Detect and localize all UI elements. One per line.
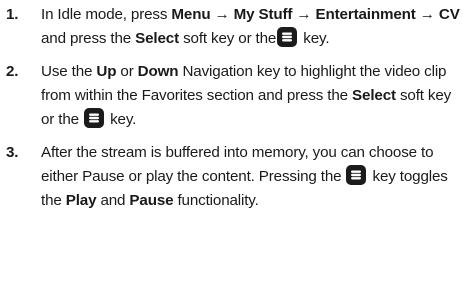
step-text: functionality. — [173, 192, 259, 209]
bold-term: Down — [137, 63, 179, 80]
step-text: Use the — [41, 63, 97, 80]
step-text: key. — [299, 30, 330, 47]
select-key-icon — [346, 165, 367, 185]
step-text: In Idle mode, press — [41, 6, 172, 23]
bold-term: My Stuff — [233, 6, 293, 23]
instruction-steps-list: 1. In Idle mode, press Menu → My Stuff → … — [0, 3, 473, 222]
step-item: 1. In Idle mode, press Menu → My Stuff → … — [0, 3, 473, 51]
step-item: 2. Use the Up or Down Navigation key to h… — [0, 60, 473, 132]
bold-term: Play — [65, 192, 97, 209]
select-key-icon — [277, 27, 298, 47]
bold-term: Menu — [171, 6, 211, 23]
bold-term: Up — [96, 63, 117, 80]
bold-term: Select — [352, 87, 396, 104]
bold-term: Entertainment — [315, 6, 416, 23]
bold-term: → — [292, 6, 316, 23]
step-text: key. — [106, 111, 137, 128]
step-text: and press the — [41, 30, 136, 47]
step-number: 2. — [6, 63, 19, 80]
bold-term: CV — [438, 6, 460, 23]
step-text: or — [116, 63, 138, 80]
step-item: 3. After the stream is buffered into memo… — [0, 141, 473, 213]
step-number: 3. — [6, 144, 19, 161]
bold-term: Pause — [129, 192, 174, 209]
bold-term: → — [210, 6, 234, 23]
step-text: and — [96, 192, 130, 209]
select-key-icon — [84, 108, 105, 128]
bold-term: Select — [135, 30, 180, 47]
step-text: soft key or the — [179, 30, 277, 47]
step-number: 1. — [6, 6, 19, 23]
bold-term: → — [415, 6, 439, 23]
